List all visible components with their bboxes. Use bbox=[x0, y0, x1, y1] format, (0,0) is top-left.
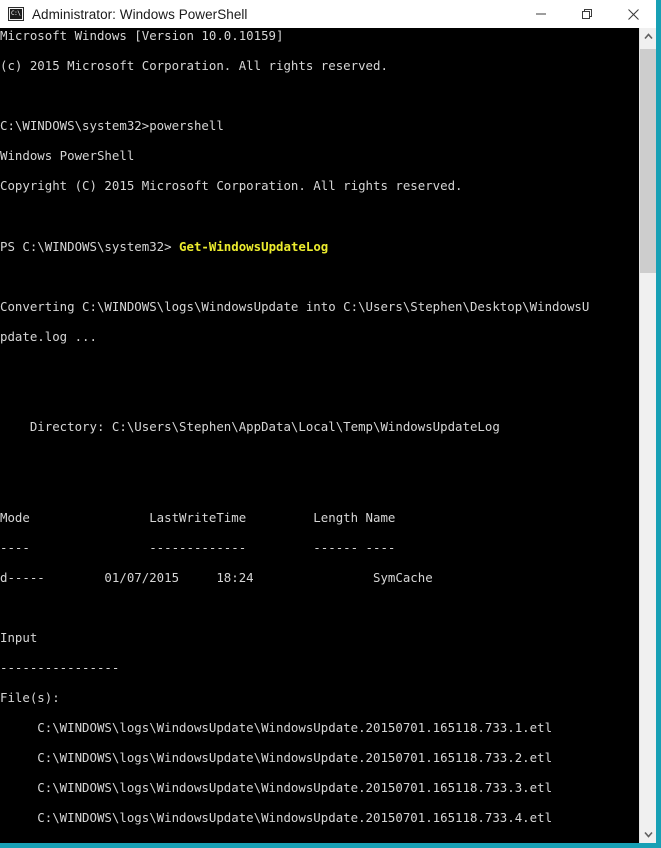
console-line: C:\WINDOWS\logs\WindowsUpdate\WindowsUpd… bbox=[0, 841, 639, 843]
vertical-scrollbar[interactable] bbox=[639, 28, 656, 843]
scroll-down-button[interactable] bbox=[640, 826, 656, 843]
powershell-window: Administrator: Windows PowerShell bbox=[0, 0, 661, 848]
scroll-up-button[interactable] bbox=[640, 28, 656, 45]
console-line: Copyright (C) 2015 Microsoft Corporation… bbox=[0, 178, 463, 194]
close-button[interactable] bbox=[610, 0, 656, 28]
console-line: Windows PowerShell bbox=[0, 148, 135, 164]
window-title: Administrator: Windows PowerShell bbox=[32, 6, 248, 22]
console-line: C:\WINDOWS\logs\WindowsUpdate\WindowsUpd… bbox=[0, 750, 553, 766]
console-line: File(s): bbox=[0, 690, 60, 706]
console-line: d----- 01/07/2015 18:24 SymCache bbox=[0, 569, 433, 585]
title-bar[interactable]: Administrator: Windows PowerShell bbox=[0, 0, 656, 28]
console-area: Microsoft Windows [Version 10.0.10159] (… bbox=[0, 28, 656, 843]
console-line: Converting C:\WINDOWS\logs\WindowsUpdate… bbox=[0, 298, 590, 314]
console-line: C:\WINDOWS\logs\WindowsUpdate\WindowsUpd… bbox=[0, 810, 553, 826]
minimize-button[interactable] bbox=[518, 0, 564, 28]
console-line: Microsoft Windows [Version 10.0.10159] bbox=[0, 28, 284, 43]
console-line: ---- ------------- ------ ---- bbox=[0, 539, 396, 555]
scrollbar-thumb[interactable] bbox=[640, 49, 656, 273]
powershell-console-icon bbox=[8, 7, 24, 21]
console-command: Get-WindowsUpdateLog bbox=[179, 238, 329, 254]
console-line: ---------------- bbox=[0, 659, 120, 675]
console-line: Input bbox=[0, 629, 38, 645]
console-line: C:\WINDOWS\logs\WindowsUpdate\WindowsUpd… bbox=[0, 780, 553, 796]
console-line: Mode LastWriteTime Length Name bbox=[0, 509, 396, 525]
restore-button[interactable] bbox=[564, 0, 610, 28]
console-line: C:\WINDOWS\system32>powershell bbox=[0, 118, 224, 134]
scrollbar-track[interactable] bbox=[640, 45, 656, 826]
console-output[interactable]: Microsoft Windows [Version 10.0.10159] (… bbox=[0, 28, 639, 843]
console-line: Directory: C:\Users\Stephen\AppData\Loca… bbox=[0, 419, 500, 435]
console-line: PS C:\WINDOWS\system32> Get-WindowsUpdat… bbox=[0, 239, 639, 254]
console-line: C:\WINDOWS\logs\WindowsUpdate\WindowsUpd… bbox=[0, 720, 553, 736]
console-line: pdate.log ... bbox=[0, 328, 97, 344]
console-text: Microsoft Windows [Version 10.0.10159] (… bbox=[0, 28, 639, 843]
console-prompt: PS C:\WINDOWS\system32> bbox=[0, 238, 180, 254]
window-controls bbox=[518, 0, 656, 28]
console-line: (c) 2015 Microsoft Corporation. All righ… bbox=[0, 58, 388, 74]
